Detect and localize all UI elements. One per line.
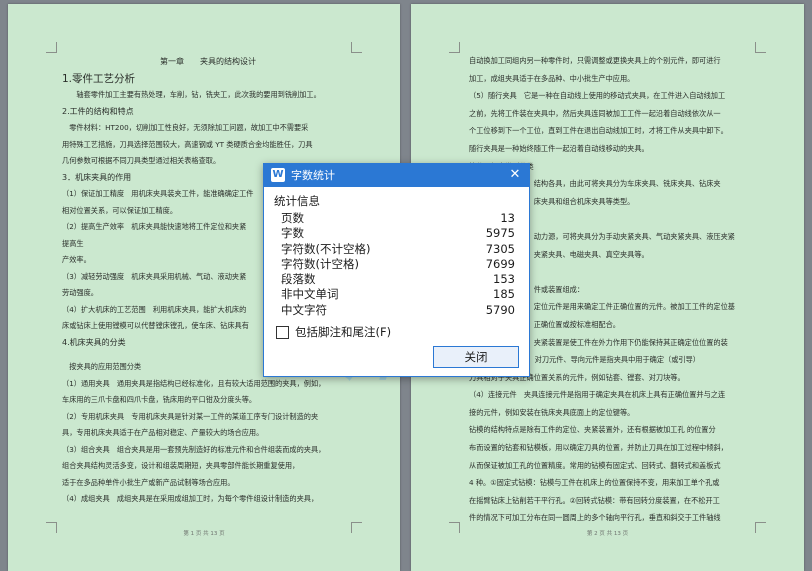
stat-row: 段落数 153 xyxy=(281,272,519,287)
crop-mark xyxy=(46,42,57,53)
stat-value: 13 xyxy=(500,211,515,225)
text-line: （2）专用机床夹具 专用机床夹具是针对某一工件的某道工序专门设计制造的夹 xyxy=(62,411,319,421)
text-line: 从而保证被加工孔的位置精度。常用的钻模有固定式、回转式、翻转式和盖板式 xyxy=(469,460,721,470)
stat-value: 5975 xyxy=(485,226,515,241)
stat-row: 字符数(不计空格) 7305 xyxy=(281,242,519,257)
text-line: 组合夹具结构灵活多变，设计和组装周期短，夹具零部件能长期重复使用， xyxy=(62,461,300,470)
text-line: 件的情况下可加工分布在同一圆周上的多个轴向平行孔，垂直和斜交于工件轴线 xyxy=(469,513,721,523)
stat-row: 字数 5975 xyxy=(281,226,519,241)
text-line: 适于在多品种单件小批生产或新产品试制等场合应用。 xyxy=(62,477,235,487)
crop-mark xyxy=(351,42,362,53)
stat-row: 非中文单词 185 xyxy=(281,287,519,302)
text-line: 轴套零件加工主要有热处理，车削，钻，铣夹工，此次我的要用到铣削加工。 xyxy=(62,90,321,99)
text-line: 用特殊工艺措施，刀具选择范围较大，高速钢或 YT 类硬质合金均能胜任，刀具 xyxy=(62,139,313,149)
stats-list: 页数 13 字数 5975 字符数(不计空格) 7305 字符数(计空格) 7699 段落数 15… xyxy=(281,211,519,318)
text-line: 接的元件，例如安装在铣床夹具底面上的定位键等。 xyxy=(469,407,635,417)
dialog-titlebar[interactable]: W 字数统计 ✕ xyxy=(264,164,529,187)
text-line: 在摇臂钻床上钻削若干平行孔。②回转式钻模：带有回转分度装置，在不松开工 xyxy=(469,495,720,505)
crop-mark xyxy=(449,42,460,53)
stat-value: 185 xyxy=(493,287,515,302)
stat-label: 段落数 xyxy=(281,272,316,287)
text-line: 车床用的三爪卡盘和四爪卡盘，铣床用的平口钳及分度头等。 xyxy=(62,395,257,404)
stat-label: 页数 xyxy=(281,211,304,225)
text-line: 零件材料：HT200，切削加工性良好，无须除加工问题，故加工中不需要采 xyxy=(62,123,309,132)
text-line: 4 种。①固定式钻模：钻模与工件在机床上的位置保持不变，用来加工单个孔或 xyxy=(469,478,720,488)
text-line: （5）随行夹具 它是一种在自动线上使用的移动式夹具，在工件进入自动线加工 xyxy=(469,91,726,101)
text-line: （4）连接元件 夹具连接元件是指用于确定夹具在机床上具有正确位置并与之连 xyxy=(469,390,726,400)
stat-row: 中文字符 5790 xyxy=(281,303,519,318)
text-line: 钻模的结构特点是除有工件的定位、夹紧装置外，还有根据被加工孔 的位置分 xyxy=(469,425,716,435)
stat-row: 页数 13 xyxy=(281,211,519,226)
dialog-title: 字数统计 xyxy=(291,169,335,182)
section-label: 统计信息 xyxy=(274,194,320,208)
text-line: 个工位移到下一个工位，直到工件在退出自动线加工时，才将工件从夹具中卸下。 xyxy=(469,126,728,136)
text-line: 1.零件工艺分析 xyxy=(62,72,136,85)
stat-label: 字符数(计空格) xyxy=(281,256,359,271)
text-line: （4）成组夹具 成组夹具是在采用成组加工时，为每个零件组设计制造的夹具， xyxy=(62,494,319,503)
stat-label: 字数 xyxy=(281,226,304,241)
stat-row: 字符数(计空格) 7699 xyxy=(281,257,519,272)
text-line: 随行夹具是一种始终随工件一起沿着自动线移动的夹具。 xyxy=(469,143,649,153)
app-icon-letter: W xyxy=(272,169,284,180)
text-line: 布而设置的钻套和钻模板，用以确定刀具的位置，并防止刀具在加工过程中倾斜， xyxy=(469,443,728,453)
text-line: （1）通用夹具 通用夹具是指结构已经标准化，且有较大适用范围的夹具，例如， xyxy=(62,378,326,388)
text-line: 2.工件的结构和特点 xyxy=(62,106,134,116)
page-footer: 第 1 页 共 13 页 xyxy=(183,531,225,537)
stat-value: 5790 xyxy=(485,302,515,317)
checkbox-label: 包括脚注和尾注(F) xyxy=(295,325,392,340)
word-count-dialog: W 字数统计 ✕ 统计信息 页数 13 字数 5975 字符数(不计空格) 7305 字符数… xyxy=(263,163,530,377)
stat-label: 字符数(不计空格) xyxy=(281,241,371,256)
close-button[interactable]: 关闭 xyxy=(433,346,519,368)
text-line: 具，专用机床夹具适于在产品相对稳定、产量较大的场合应用。 xyxy=(62,428,264,437)
text-line: 第一章 夹具的结构设计 xyxy=(160,57,256,66)
close-icon[interactable]: ✕ xyxy=(501,164,529,187)
stat-label: 非中文单词 xyxy=(281,287,339,302)
text-line: 加工，成组夹具适于在多品种、中小批生产中应用。 xyxy=(469,73,635,83)
dialog-body: 统计信息 页数 13 字数 5975 字符数(不计空格) 7305 字符数(计空格) 7699… xyxy=(264,187,529,340)
text-line: 之前，先将工件装在夹具中，然后夹具连同被加工工件一起沿着自动线依次从一 xyxy=(469,108,721,118)
include-footnotes-option[interactable]: 包括脚注和尾注(F) xyxy=(274,324,519,340)
include-footnotes-checkbox[interactable] xyxy=(276,325,289,339)
stat-value: 153 xyxy=(493,272,515,287)
text-line: （3）组合夹具 组合夹具是用一套预先制造好的标准元件和合件组装而成的夹具， xyxy=(62,444,326,454)
text-line: 自动换加工同组内另一种零件时，只需调整或更换夹具上的个别元件，即可进行 xyxy=(469,56,721,65)
stat-label: 中文字符 xyxy=(281,302,327,317)
wps-app-icon: W xyxy=(271,168,285,182)
stat-value: 7699 xyxy=(485,256,515,271)
stat-value: 7305 xyxy=(485,241,515,256)
page-footer: 第 2 页 共 13 页 xyxy=(586,531,629,537)
